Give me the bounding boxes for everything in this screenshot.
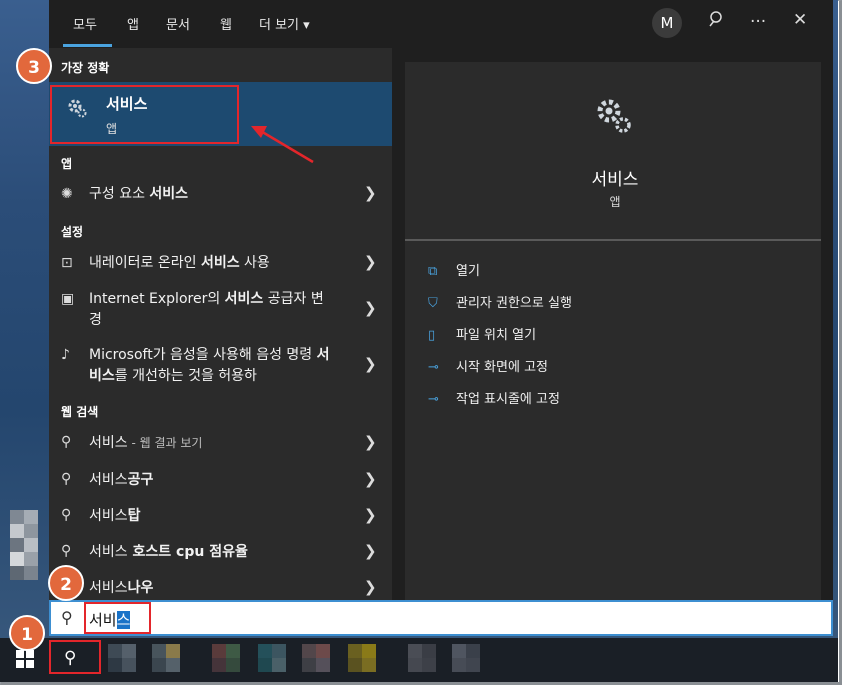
annotation-box-search-text — [84, 602, 151, 634]
active-tab-indicator — [63, 44, 112, 47]
search-icon: ⚲ — [61, 507, 72, 523]
chevron-right-icon: ❯ — [364, 542, 377, 560]
list-item-label: Microsoft가 음성을 사용해 음성 명령 서비스를 개선하는 것을 허용… — [89, 347, 330, 384]
section-best-match: 가장 정확 — [61, 61, 110, 75]
search-box[interactable]: ⚲ 서비스 — [49, 600, 833, 636]
search-icon: ⚲ — [61, 434, 72, 450]
chevron-right-icon: ❯ — [364, 299, 377, 317]
detail-subtitle: 앱 — [609, 195, 621, 209]
list-item[interactable]: ✺ 구성 요소 서비스 ❯ — [49, 184, 392, 208]
annotation-box-best-match — [50, 85, 239, 144]
chevron-right-icon: ❯ — [364, 355, 377, 373]
list-item-label: 서비스공구 — [89, 472, 154, 488]
chevron-right-icon: ❯ — [364, 578, 377, 596]
pin-icon: ⊸ — [428, 360, 439, 375]
search-icon: ⚲ — [61, 608, 73, 627]
chevron-right-icon: ❯ — [364, 506, 377, 524]
list-item[interactable]: ⚲ 서비스 호스트 cpu 점유율 ❯ — [49, 542, 392, 566]
list-item-label: 서비스 호스트 cpu 점유율 — [89, 544, 248, 560]
list-item[interactable]: ⚲ 서비스공구 ❯ — [49, 470, 392, 494]
action-pin-to-start[interactable]: ⊸ 시작 화면에 고정 — [428, 356, 548, 375]
annotation-badge-2: 2 — [48, 565, 84, 601]
detail-divider — [405, 239, 821, 241]
file-location-icon: ▯ — [428, 328, 436, 343]
action-open-file-location[interactable]: ▯ 파일 위치 열기 — [428, 324, 536, 343]
tab-web[interactable]: 웹 — [220, 14, 232, 33]
chevron-right-icon: ❯ — [364, 253, 377, 271]
more-options-icon[interactable]: ··· — [750, 12, 766, 32]
internet-explorer-icon: ▣ — [61, 291, 75, 307]
list-item-label: 서비스나우 — [89, 580, 154, 596]
chevron-right-icon: ❯ — [364, 184, 377, 202]
shield-icon: ⛉ — [428, 296, 438, 311]
list-item[interactable]: ⚲ 서비스나우 ❯ — [49, 578, 392, 600]
search-icon: ⚲ — [61, 543, 72, 559]
section-web-search: 웹 검색 — [61, 405, 99, 419]
close-icon[interactable]: ✕ — [793, 10, 807, 30]
chevron-right-icon: ❯ — [364, 433, 377, 451]
action-run-as-admin[interactable]: ⛉ 관리자 권한으로 실행 — [428, 292, 572, 311]
annotation-arrow — [251, 126, 314, 164]
action-pin-to-taskbar[interactable]: ⊸ 작업 표시줄에 고정 — [428, 388, 560, 407]
list-item-label: 서비스탑 — [89, 508, 141, 524]
open-icon: ⧉ — [428, 264, 438, 279]
section-settings: 설정 — [61, 225, 84, 239]
search-icon: ⚲ — [61, 471, 72, 487]
list-item-label: 서비스 - 웹 결과 보기 — [89, 435, 203, 451]
gear-icon — [592, 94, 634, 140]
pin-icon: ⊸ — [428, 392, 439, 407]
tab-apps[interactable]: 앱 — [127, 14, 139, 33]
detail-title: 서비스 — [591, 170, 639, 190]
speech-icon: ♪ — [61, 347, 70, 363]
chevron-right-icon: ❯ — [364, 470, 377, 488]
feedback-icon[interactable] — [707, 10, 725, 33]
annotation-box-taskbar-search — [49, 640, 101, 674]
windows-start-icon[interactable] — [16, 650, 34, 672]
taskbar: ⚲ — [0, 638, 838, 682]
list-item-label: Internet Explorer의 서비스 공급자 변경 — [89, 291, 324, 328]
section-apps: 앱 — [61, 157, 73, 171]
component-services-icon: ✺ — [61, 186, 73, 202]
annotation-badge-3: 3 — [16, 48, 52, 84]
tab-all[interactable]: 모두 — [73, 14, 97, 33]
annotation-badge-1: 1 — [9, 615, 45, 651]
list-item[interactable]: ♪ Microsoft가 음성을 사용해 음성 명령 서비스를 개선하는 것을 … — [49, 345, 392, 389]
list-item[interactable]: ⚲ 서비스 - 웹 결과 보기 ❯ — [49, 433, 392, 457]
tab-more[interactable]: 더 보기 ▾ — [259, 14, 310, 33]
narrator-icon: ⊡ — [61, 255, 73, 271]
list-item-label: 내레이터로 온라인 서비스 사용 — [89, 255, 270, 271]
list-item-label: 구성 요소 서비스 — [89, 186, 189, 202]
tab-documents[interactable]: 문서 — [166, 14, 190, 33]
list-item[interactable]: ⚲ 서비스탑 ❯ — [49, 506, 392, 530]
list-item[interactable]: ⊡ 내레이터로 온라인 서비스 사용 ❯ — [49, 253, 392, 277]
account-avatar[interactable]: M — [652, 8, 682, 38]
list-item[interactable]: ▣ Internet Explorer의 서비스 공급자 변경 ❯ — [49, 289, 392, 333]
action-open[interactable]: ⧉ 열기 — [428, 260, 480, 279]
